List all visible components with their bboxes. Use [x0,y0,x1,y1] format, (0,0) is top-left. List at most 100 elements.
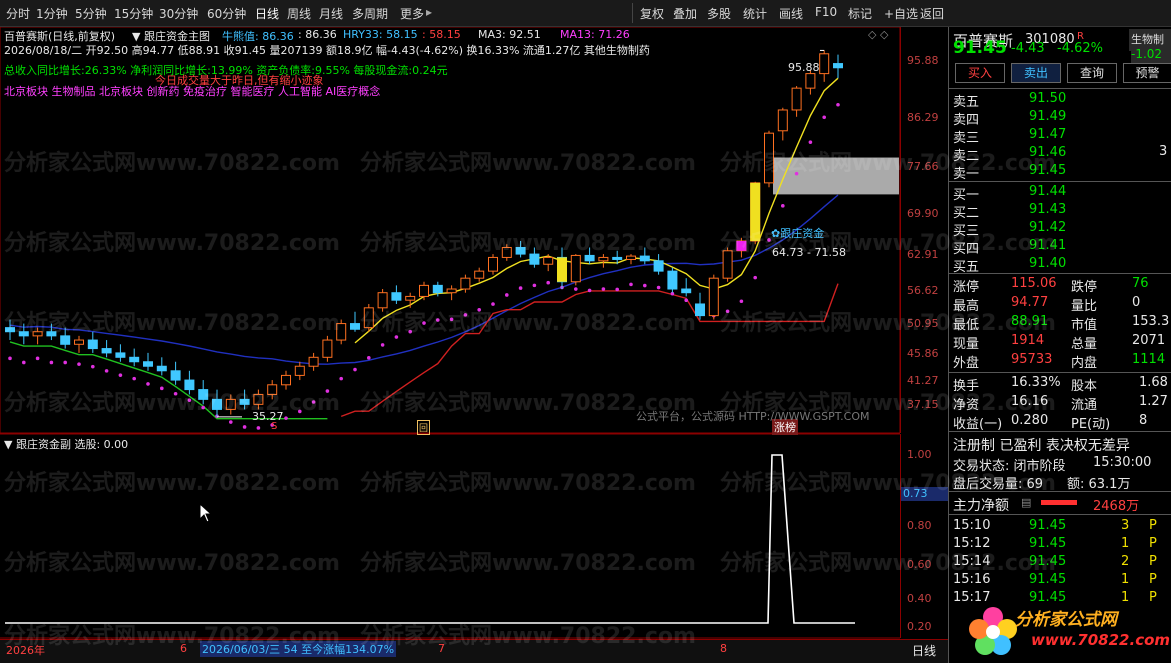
tab-daily[interactable]: 日线 [255,5,279,22]
ma-dot [325,389,330,393]
sub-indicator-line [5,454,855,624]
ask-price: 91.45 [1029,163,1067,178]
statistics-button[interactable]: 统计 [743,5,767,22]
fuquan-button[interactable]: 复权 [640,5,664,22]
candle-body [377,292,388,309]
ask-row[interactable]: 卖一 91.45 [949,162,1171,182]
ma-dot [587,288,592,293]
bid-price: 91.41 [1029,238,1067,253]
f10-button[interactable]: F10 [815,5,837,19]
tab-1min[interactable]: 1分钟 [36,5,68,22]
stat-row[interactable]: 外盘 95733 内盘 1114 [949,351,1171,371]
gspt-watermark: 公式平台，公式源码 HTTP://WWW.GSPT.COM [636,410,870,423]
ma-dot [822,115,826,120]
price-tick: 50.95 [907,317,939,330]
ma-dot [63,360,67,365]
tab-weekly[interactable]: 周线 [287,5,311,22]
ind-current-value: 0.73 [901,487,948,501]
multi-stock-button[interactable]: 多股 [707,5,731,22]
bid-row[interactable]: 买二 91.43 [949,201,1171,221]
bid-price: 91.40 [1029,256,1067,271]
month-label: 8 [720,642,727,655]
ask-row[interactable]: 卖三 91.47 [949,126,1171,146]
back-button[interactable]: 返回 [920,5,944,22]
bid-label: 买五 [953,260,980,275]
query-button[interactable]: 查询 [1067,63,1117,83]
ask-volume: 3 [1159,144,1168,159]
tick-row[interactable]: 15:14 91.45 2 P [949,553,1171,571]
ask-row[interactable]: 卖二 91.46 [949,144,1171,164]
ma-dot [408,329,413,334]
s-marker: S [271,421,278,432]
stat-row[interactable]: 换手 16.33% 股本 1.68 [949,374,1171,394]
buy-button[interactable]: 买入 [955,63,1005,83]
stat-value: 88.91 [1011,314,1049,329]
add-watchlist-button[interactable]: +自选 [884,5,918,22]
stat-row[interactable]: 最低 88.91 市值 153.3 [949,313,1171,333]
tab-30min[interactable]: 30分钟 [159,5,198,22]
stat-row[interactable]: 收益(一) 0.280 PE(动) 8 [949,412,1171,432]
ma3-label: MA3: 92.51 [478,28,541,41]
sub-indicator-name[interactable]: ▼ 跟庄资金副 选股: 0.00 [4,436,128,452]
ma-dot [49,360,54,365]
tick-row[interactable]: 15:12 91.45 1 P [949,535,1171,553]
tab-more[interactable]: 更多 [400,5,424,22]
ma-dot [436,318,440,322]
indicator-axis: 1.00 0.80 0.60 0.40 0.20 0.73 [900,434,948,638]
tick-row[interactable]: 15:10 91.45 3 P [949,517,1171,535]
candle-body [156,365,167,372]
stat-label: 收益(一) [953,417,1003,432]
candle-body [267,384,278,395]
ask-row[interactable]: 卖五 91.50 [949,90,1171,110]
ask-row[interactable]: 卖四 91.49 [949,108,1171,128]
candle-body [363,307,374,329]
stat-row[interactable]: 现量 1914 总量 2071 [949,332,1171,352]
alert-button[interactable]: 预警 [1123,63,1171,83]
candle-body [819,53,830,75]
tab-multi-period[interactable]: 多周期 [352,5,388,22]
tab-60min[interactable]: 60分钟 [207,5,246,22]
tick-row[interactable]: 15:16 91.45 1 P [949,571,1171,589]
bid-price: 91.42 [1029,220,1067,235]
stat-row[interactable]: 最高 94.77 量比 0 [949,294,1171,314]
stat-row[interactable]: 净资 16.16 流通 1.27 [949,393,1171,413]
tick-row[interactable]: 15:17 91.45 1 P [949,589,1171,607]
mark-button[interactable]: 标记 [848,5,872,22]
period-label[interactable]: 日线 [912,642,936,659]
bid-row[interactable]: 买四 91.41 [949,237,1171,257]
list-icon[interactable]: ▤ [1021,496,1031,509]
zone-label: ✿跟庄资金 [771,227,825,240]
draw-line-button[interactable]: 画线 [779,5,803,22]
sell-button[interactable]: 卖出 [1011,63,1061,83]
candle-body [764,132,774,184]
bid-row[interactable]: 买五 91.40 [949,255,1171,275]
tick-flag: P [1149,590,1157,605]
tick-volume: 2 [1121,554,1130,569]
net-flow-label: 主力净额 [953,498,1009,514]
bid-row[interactable]: 买三 91.42 [949,219,1171,239]
tab-5min[interactable]: 5分钟 [75,5,107,22]
stat-row[interactable]: 涨停 115.06 跌停 76 [949,275,1171,295]
kline-chart[interactable] [0,27,900,639]
candle-body [308,356,319,367]
ma-dot [242,425,247,429]
chart-options-icon[interactable]: ◇ ◇ [868,28,888,41]
overlay-button[interactable]: 叠加 [673,5,697,22]
ma-dot [684,298,688,303]
ask-label: 卖一 [953,167,980,182]
price-tick: 45.86 [907,347,939,360]
tab-monthly[interactable]: 月线 [319,5,343,22]
price-tick: 77.66 [907,160,939,173]
tick-time: 15:10 [953,518,991,533]
ma-dot [284,416,288,420]
stat-value: 8 [1139,413,1148,428]
candle-body [543,256,554,265]
tab-fenshi[interactable]: 分时 [6,5,30,22]
cow-value: : 86.36 [298,28,337,41]
bid-row[interactable]: 买一 91.44 [949,183,1171,203]
tab-15min[interactable]: 15分钟 [114,5,153,22]
tick-price: 91.45 [1029,572,1067,587]
support-line-red [340,283,839,418]
logo-text: 分析家公式网 [1015,610,1117,630]
tick-volume: 1 [1121,536,1130,551]
